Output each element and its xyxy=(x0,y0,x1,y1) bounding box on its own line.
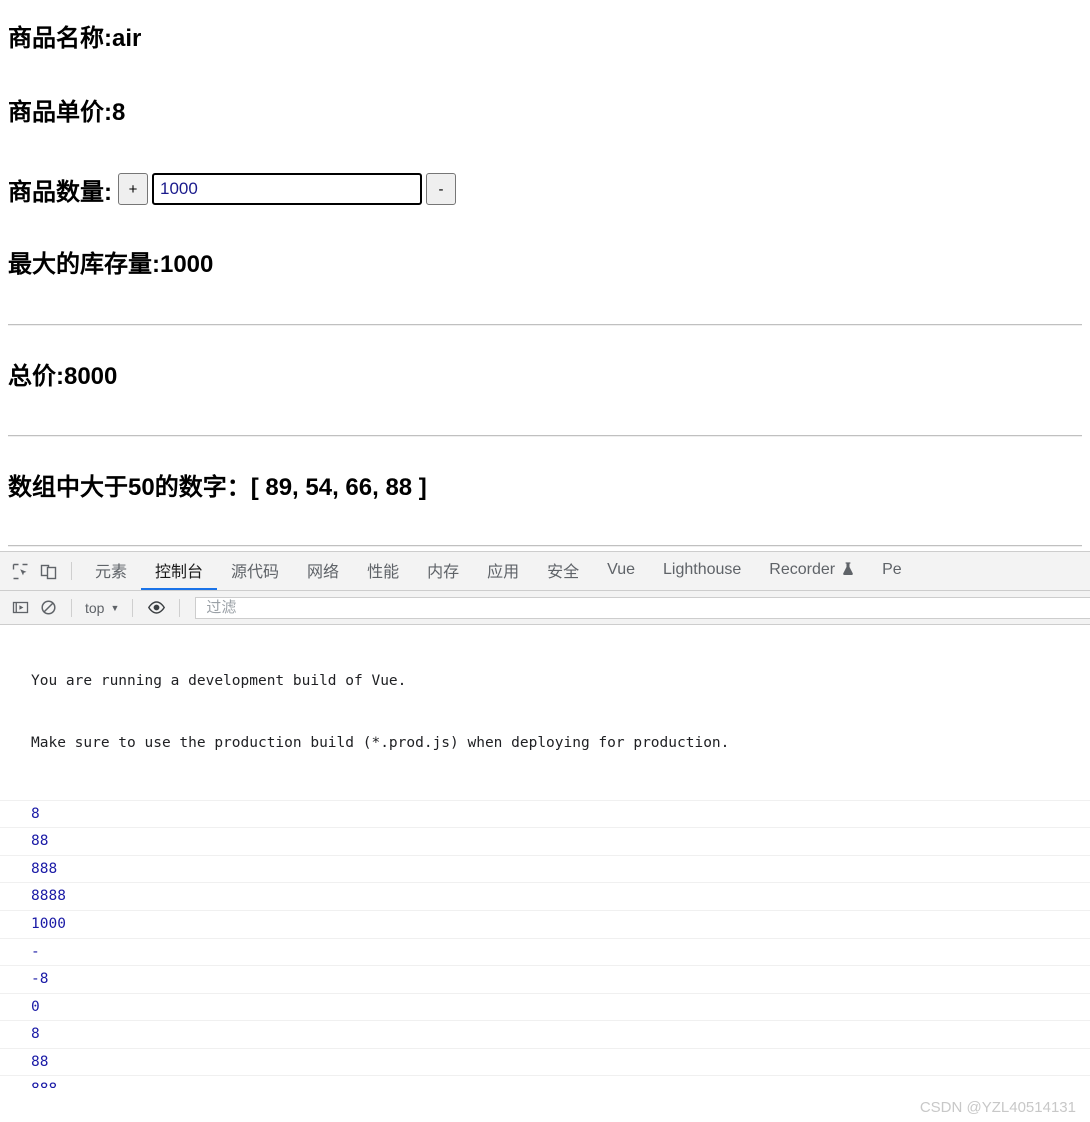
decrement-button[interactable]: - xyxy=(426,173,456,206)
console-message-line: 8888 xyxy=(31,888,66,905)
max-stock-row: 最大的库存量:1000 xyxy=(8,207,1082,279)
app-page-area: 商品名称:air 商品单价:8 商品数量: + - 最大的库存量:1000 总价… xyxy=(0,0,1090,551)
console-filter-box[interactable] xyxy=(195,596,1090,619)
quantity-row: 商品数量: + - xyxy=(8,127,1082,207)
unit-price-row: 商品单价:8 xyxy=(8,53,1082,127)
devtools-tabstrip: 元素 控制台 源代码 网络 性能 内存 应用 安全 Vue Lighthouse… xyxy=(0,552,1090,591)
console-message-line: 1000 xyxy=(31,915,66,932)
console-message-row: - xyxy=(0,939,1090,967)
console-message-row: 0 xyxy=(0,994,1090,1022)
max-stock-text: 最大的库存量:1000 xyxy=(8,250,214,278)
total-price-text: 总价:8000 xyxy=(8,362,118,390)
tab-recorder[interactable]: Recorder xyxy=(755,553,868,590)
console-message-row: 888 xyxy=(0,1076,1090,1088)
tab-application[interactable]: 应用 xyxy=(473,553,533,590)
console-message-line: - xyxy=(31,943,40,960)
execute-icon[interactable] xyxy=(6,594,34,622)
console-message-list[interactable]: You are running a development build of V… xyxy=(0,625,1090,1088)
console-message-line: 88 xyxy=(31,833,49,850)
tab-performance-insights[interactable]: Pe xyxy=(868,553,916,590)
divider-3 xyxy=(8,545,1082,548)
console-message-row: 88 xyxy=(0,828,1090,856)
tab-elements[interactable]: 元素 xyxy=(81,553,141,590)
console-message-line: 8 xyxy=(31,1026,40,1043)
console-context-label: top xyxy=(85,599,105,616)
product-name-text: 商品名称:air xyxy=(8,25,142,52)
tab-security[interactable]: 安全 xyxy=(533,553,593,590)
console-toolbar-separator-2 xyxy=(132,598,134,617)
tab-recorder-label: Recorder xyxy=(769,561,836,578)
devtools-panel: 元素 控制台 源代码 网络 性能 内存 应用 安全 Vue Lighthouse… xyxy=(0,551,1090,1122)
console-message-line: Make sure to use the production build (*… xyxy=(31,734,730,751)
console-message-line: -8 xyxy=(31,971,49,988)
console-message-vue-warning: You are running a development build of V… xyxy=(0,625,1090,801)
console-message-line: 888 xyxy=(31,860,58,877)
tab-console[interactable]: 控制台 xyxy=(141,553,218,590)
tab-memory[interactable]: 内存 xyxy=(413,553,473,590)
quantity-stepper: + - xyxy=(118,173,456,206)
console-message-line: 888 xyxy=(31,1079,1090,1088)
quantity-label: 商品数量: xyxy=(8,178,112,206)
console-message-row: 8 xyxy=(0,1021,1090,1049)
tab-network[interactable]: 网络 xyxy=(293,553,353,590)
console-message-row: 1000 xyxy=(0,911,1090,939)
flask-icon xyxy=(842,561,854,579)
console-message-row: 88 xyxy=(0,1049,1090,1077)
console-message-row: 8 xyxy=(0,801,1090,829)
array-filter-row: 数组中大于50的数字：[ 89, 54, 66, 88 ] xyxy=(8,437,1082,502)
console-toolbar-separator-3 xyxy=(179,598,181,617)
increment-button[interactable]: + xyxy=(118,173,148,206)
console-context-selector[interactable]: top ▼ xyxy=(81,600,123,616)
clear-console-icon[interactable] xyxy=(34,594,62,622)
console-filter-input[interactable] xyxy=(204,598,1090,617)
quantity-input[interactable] xyxy=(152,173,422,206)
console-message-line: 88 xyxy=(31,1053,49,1070)
chevron-down-icon: ▼ xyxy=(110,602,120,613)
product-name-row: 商品名称:air xyxy=(8,0,1082,53)
console-toolbar: top ▼ xyxy=(0,591,1090,625)
eye-icon[interactable] xyxy=(142,594,170,622)
unit-price-text: 商品单价:8 xyxy=(8,98,126,126)
tab-vue[interactable]: Vue xyxy=(593,553,649,590)
tab-performance[interactable]: 性能 xyxy=(353,553,413,590)
array-filter-text: 数组中大于50的数字：[ 89, 54, 66, 88 ] xyxy=(8,473,427,501)
console-message-line: 8 xyxy=(31,805,40,822)
tab-lighthouse[interactable]: Lighthouse xyxy=(649,553,755,590)
console-message-row: 888 xyxy=(0,856,1090,884)
console-toolbar-separator-1 xyxy=(71,598,72,617)
total-price-row: 总价:8000 xyxy=(8,326,1082,391)
console-message-line: You are running a development build of V… xyxy=(31,673,407,690)
watermark-text: CSDN @YZL40514131 xyxy=(919,1099,1076,1116)
console-message-row: 8888 xyxy=(0,883,1090,911)
console-message-line: 0 xyxy=(31,998,40,1015)
toolbar-separator-1 xyxy=(71,562,72,580)
device-toolbar-icon[interactable] xyxy=(34,557,62,585)
inspect-element-icon[interactable] xyxy=(6,557,34,585)
tab-sources[interactable]: 源代码 xyxy=(217,553,293,590)
console-message-row: -8 xyxy=(0,966,1090,994)
